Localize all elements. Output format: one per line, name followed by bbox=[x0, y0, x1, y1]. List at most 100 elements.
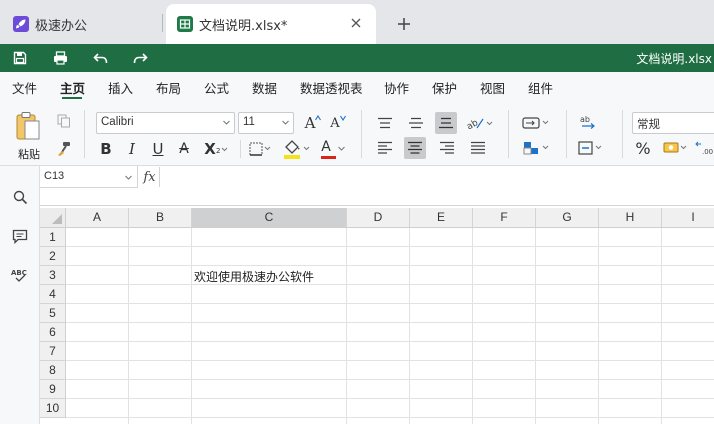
column-header[interactable]: F bbox=[473, 208, 536, 228]
underline-button[interactable]: U bbox=[148, 138, 168, 160]
row-header[interactable]: 3 bbox=[40, 266, 66, 285]
plus-icon bbox=[398, 18, 410, 30]
formula-input[interactable] bbox=[162, 166, 714, 188]
strikethrough-button[interactable]: A bbox=[174, 138, 194, 160]
menu-bar: 文件 主页 插入 布局 公式 数据 数据透视表 协作 保护 视图 组件 bbox=[0, 72, 714, 100]
font-shrink-button[interactable]: A bbox=[328, 112, 348, 134]
row-header[interactable]: 2 bbox=[40, 247, 66, 266]
row-header[interactable]: 8 bbox=[40, 361, 66, 380]
strikethrough-label: A bbox=[179, 141, 189, 157]
close-icon[interactable] bbox=[348, 15, 364, 31]
align-top-icon bbox=[378, 117, 392, 129]
menu-home[interactable]: 主页 bbox=[60, 78, 85, 97]
menu-view[interactable]: 视图 bbox=[480, 78, 505, 97]
menu-formula[interactable]: 公式 bbox=[204, 78, 229, 97]
currency-icon bbox=[663, 142, 687, 153]
align-top-button[interactable] bbox=[374, 113, 396, 133]
gridline bbox=[66, 246, 714, 247]
menu-data[interactable]: 数据 bbox=[252, 78, 277, 97]
undo-icon[interactable] bbox=[91, 49, 109, 67]
menu-layout[interactable]: 布局 bbox=[156, 78, 181, 97]
text-orientation-button[interactable]: ab bbox=[466, 112, 496, 134]
font-name-select[interactable]: Calibri bbox=[96, 112, 235, 134]
clear-format-icon bbox=[578, 141, 602, 155]
row-header[interactable]: 6 bbox=[40, 323, 66, 342]
wrap-text-button[interactable] bbox=[520, 112, 554, 134]
gridline bbox=[66, 284, 714, 285]
column-header[interactable]: A bbox=[66, 208, 129, 228]
fill-color-button[interactable] bbox=[281, 136, 313, 162]
align-bottom-button[interactable] bbox=[435, 112, 457, 134]
menu-protect[interactable]: 保护 bbox=[432, 78, 457, 97]
font-size-select[interactable]: 11 bbox=[238, 112, 294, 134]
tab-divider bbox=[162, 14, 163, 32]
merge-cells-button[interactable] bbox=[520, 137, 554, 159]
select-all-corner[interactable] bbox=[40, 208, 66, 228]
italic-button[interactable]: I bbox=[122, 138, 142, 160]
menu-file[interactable]: 文件 bbox=[12, 78, 37, 97]
copy-button[interactable] bbox=[55, 112, 73, 130]
column-header[interactable]: D bbox=[347, 208, 410, 228]
gridline bbox=[472, 228, 473, 424]
decimal-button[interactable]: .00 bbox=[694, 137, 714, 159]
align-right-button[interactable] bbox=[436, 138, 458, 158]
font-color-button[interactable]: A bbox=[318, 136, 350, 162]
tab-jisu-office[interactable]: 极速办公 bbox=[2, 4, 162, 44]
column-header[interactable]: I bbox=[662, 208, 714, 228]
ribbon-divider bbox=[84, 110, 85, 158]
svg-text:2: 2 bbox=[216, 147, 220, 154]
row-header[interactable]: 10 bbox=[40, 399, 66, 418]
wrap-text-icon bbox=[522, 117, 549, 129]
ribbon-divider bbox=[508, 110, 509, 158]
bold-button[interactable]: B bbox=[96, 138, 116, 160]
column-header[interactable]: H bbox=[599, 208, 662, 228]
column-header[interactable]: C bbox=[192, 208, 347, 228]
convert-text-button[interactable]: ab bbox=[576, 112, 600, 134]
row-header[interactable]: 1 bbox=[40, 228, 66, 247]
tab-document[interactable]: 文档说明.xlsx* bbox=[166, 4, 376, 44]
tab-label: 文档说明.xlsx* bbox=[199, 18, 288, 34]
align-left-button[interactable] bbox=[374, 138, 396, 158]
clear-button[interactable] bbox=[576, 137, 606, 159]
number-format-select[interactable]: 常规 bbox=[632, 112, 714, 134]
save-icon[interactable] bbox=[11, 49, 29, 67]
active-tab-indicator bbox=[62, 97, 82, 99]
cell-c3[interactable]: 欢迎使用极速办公软件 bbox=[194, 268, 314, 285]
row-header[interactable]: 7 bbox=[40, 342, 66, 361]
column-header[interactable]: G bbox=[536, 208, 599, 228]
row-header[interactable]: 4 bbox=[40, 285, 66, 304]
new-tab-button[interactable] bbox=[394, 14, 414, 34]
format-painter-button[interactable] bbox=[55, 140, 73, 158]
row-header[interactable]: 5 bbox=[40, 304, 66, 323]
gridline bbox=[66, 303, 714, 304]
borders-button[interactable] bbox=[248, 138, 274, 160]
menu-collaborate[interactable]: 协作 bbox=[384, 78, 409, 97]
font-shrink-label: A bbox=[330, 115, 340, 131]
gridline bbox=[535, 228, 536, 424]
font-grow-button[interactable]: A bbox=[303, 112, 323, 134]
menu-pivot-table[interactable]: 数据透视表 bbox=[300, 78, 363, 97]
paste-button[interactable] bbox=[14, 110, 42, 142]
redo-icon[interactable] bbox=[131, 49, 149, 67]
comment-icon[interactable] bbox=[10, 226, 30, 246]
justify-button[interactable] bbox=[467, 138, 489, 158]
gridline bbox=[128, 228, 129, 424]
name-box[interactable]: C13 bbox=[40, 166, 138, 188]
row-header[interactable]: 9 bbox=[40, 380, 66, 399]
column-header[interactable]: B bbox=[129, 208, 192, 228]
column-header[interactable]: E bbox=[410, 208, 473, 228]
align-middle-button[interactable] bbox=[405, 113, 427, 133]
insert-function-button[interactable]: fx bbox=[140, 167, 160, 187]
align-center-button[interactable] bbox=[404, 137, 426, 159]
percent-button[interactable]: % bbox=[632, 137, 654, 159]
select-all-icon bbox=[52, 214, 62, 224]
gridline bbox=[66, 265, 714, 266]
menu-insert[interactable]: 插入 bbox=[108, 78, 133, 97]
menu-components[interactable]: 组件 bbox=[528, 78, 553, 97]
font-color-label: A bbox=[321, 139, 331, 155]
spellcheck-icon[interactable]: ABC bbox=[10, 265, 30, 285]
print-icon[interactable] bbox=[51, 49, 69, 67]
subscript-button[interactable]: X 2 bbox=[200, 138, 232, 160]
search-icon[interactable] bbox=[10, 187, 30, 207]
currency-button[interactable] bbox=[662, 137, 690, 159]
